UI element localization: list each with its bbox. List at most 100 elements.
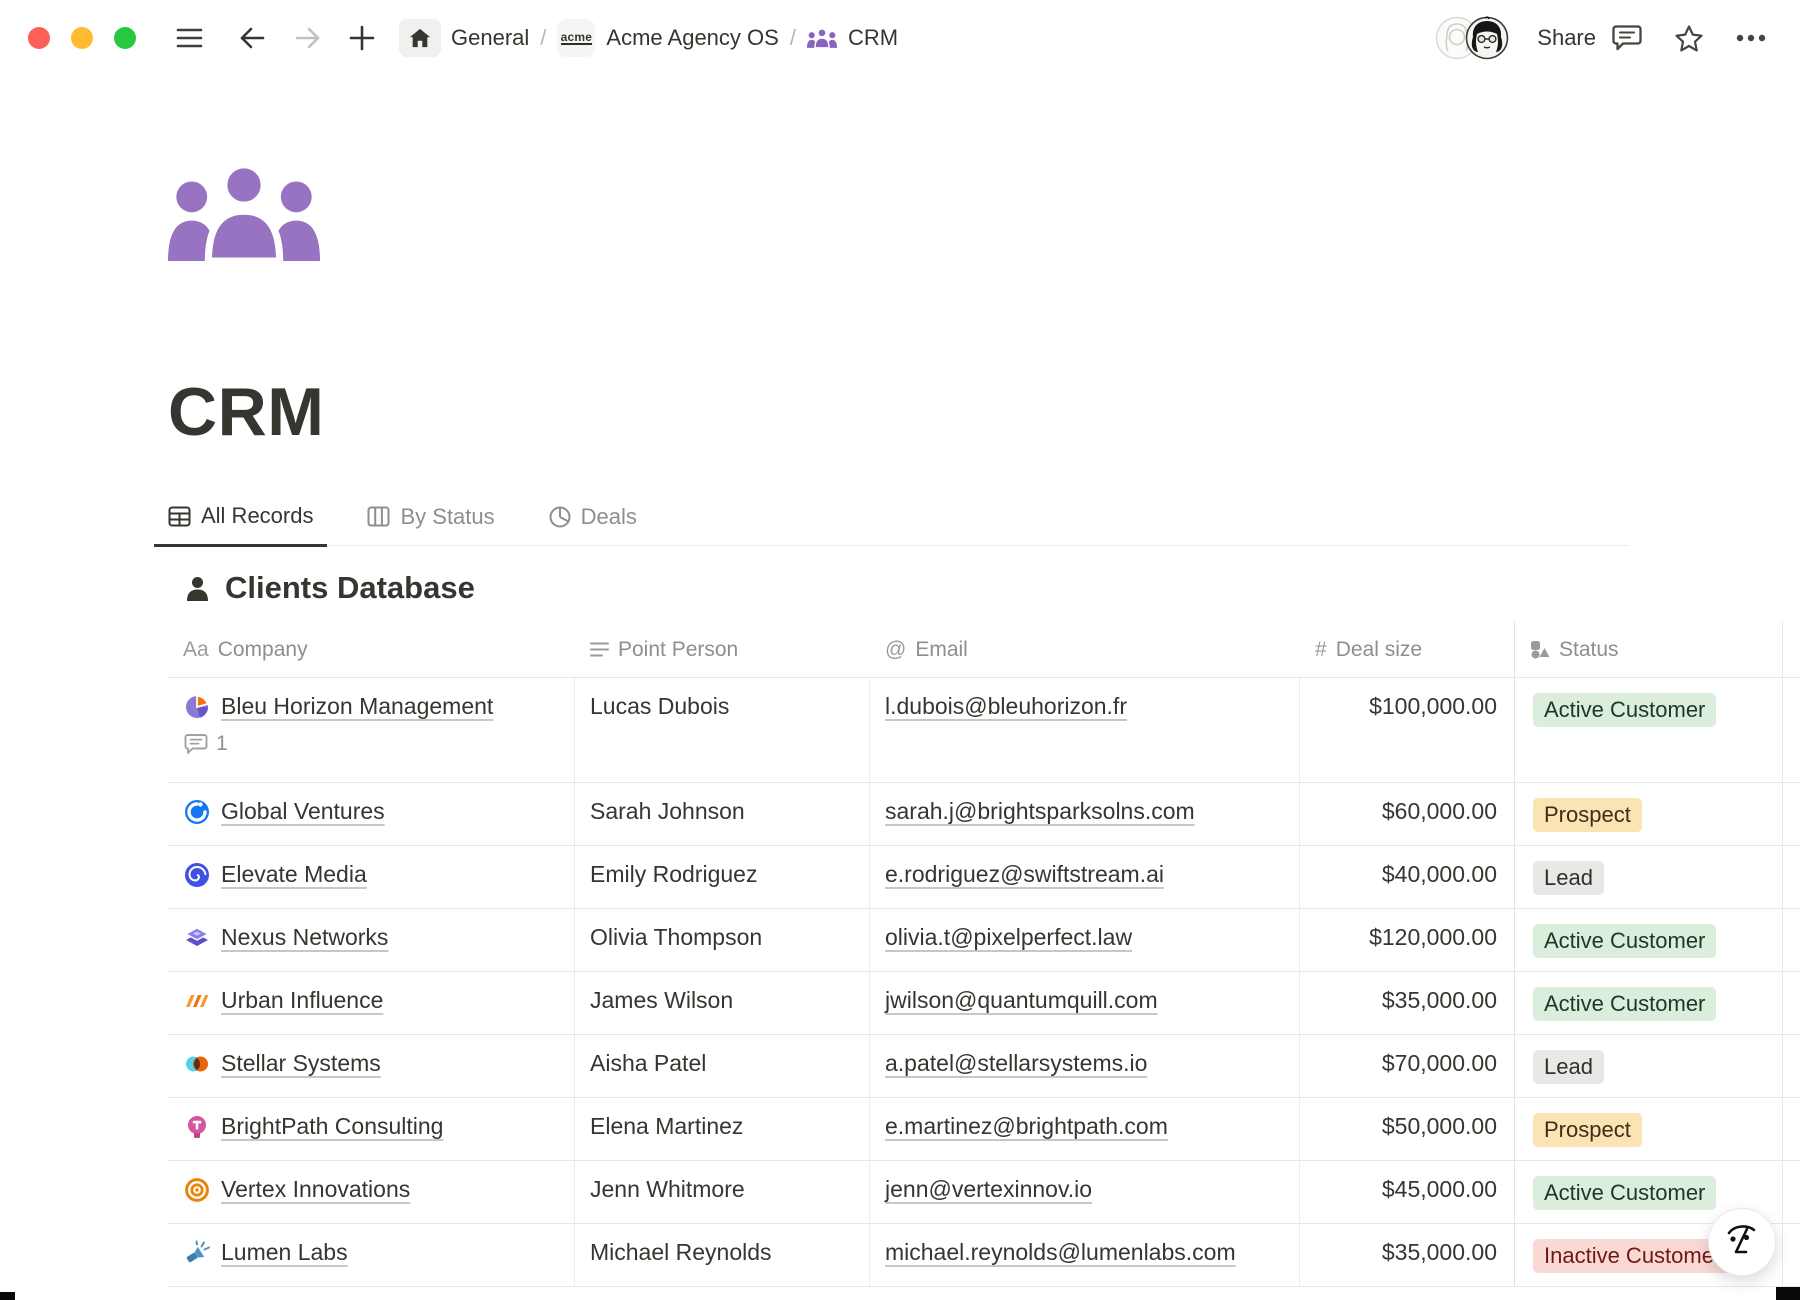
tab-all-records[interactable]: All Records — [154, 497, 327, 547]
breadcrumb-page[interactable]: CRM — [848, 25, 898, 51]
comment-count-badge[interactable]: 1 — [184, 732, 574, 756]
point-person-cell[interactable]: Michael Reynolds — [575, 1224, 870, 1286]
status-badge[interactable]: Inactive Customer — [1533, 1239, 1732, 1273]
more-options-icon[interactable] — [1736, 34, 1766, 42]
email-cell[interactable]: l.dubois@bleuhorizon.fr — [870, 678, 1300, 782]
email-cell[interactable]: a.patel@stellarsystems.io — [870, 1035, 1300, 1097]
table-row[interactable]: Vertex Innovations Jenn Whitmore jenn@vert… — [168, 1161, 1800, 1224]
company-cell[interactable]: Vertex Innovations — [168, 1161, 575, 1223]
company-page-link[interactable]: Nexus Networks — [221, 924, 388, 951]
email-link[interactable]: l.dubois@bleuhorizon.fr — [885, 693, 1127, 719]
workspace-badge-icon[interactable]: acme — [557, 19, 595, 57]
company-cell[interactable]: BrightPath Consulting — [168, 1098, 575, 1160]
company-cell[interactable]: Lumen Labs — [168, 1224, 575, 1286]
company-page-link[interactable]: Lumen Labs — [221, 1239, 348, 1266]
favorite-star-icon[interactable] — [1674, 24, 1704, 53]
tab-deals[interactable]: Deals — [535, 497, 651, 545]
deal-size-cell[interactable]: $35,000.00 — [1300, 1224, 1515, 1286]
company-page-link[interactable]: Stellar Systems — [221, 1050, 381, 1077]
status-badge[interactable]: Active Customer — [1533, 924, 1716, 958]
status-badge[interactable]: Active Customer — [1533, 987, 1716, 1021]
company-page-link[interactable]: Urban Influence — [221, 987, 383, 1014]
email-link[interactable]: jenn@vertexinnov.io — [885, 1176, 1092, 1202]
point-person-cell[interactable]: Jenn Whitmore — [575, 1161, 870, 1223]
zoom-window-button[interactable] — [114, 27, 136, 49]
email-link[interactable]: a.patel@stellarsystems.io — [885, 1050, 1147, 1076]
email-cell[interactable]: sarah.j@brightsparksolns.com — [870, 783, 1300, 845]
sidebar-toggle-icon[interactable] — [176, 27, 203, 49]
column-header-point-person[interactable]: Point Person — [575, 622, 870, 677]
tab-by-status[interactable]: By Status — [353, 497, 508, 545]
column-header-deal-size[interactable]: # Deal size — [1300, 622, 1515, 677]
company-page-link[interactable]: BrightPath Consulting — [221, 1113, 443, 1140]
company-cell[interactable]: Urban Influence — [168, 972, 575, 1034]
status-badge[interactable]: Lead — [1533, 861, 1604, 895]
deal-size-cell[interactable]: $40,000.00 — [1300, 846, 1515, 908]
comments-icon[interactable] — [1612, 24, 1642, 52]
status-cell[interactable]: Active Customer — [1515, 972, 1783, 1034]
deal-size-cell[interactable]: $60,000.00 — [1300, 783, 1515, 845]
email-cell[interactable]: jwilson@quantumquill.com — [870, 972, 1300, 1034]
company-cell[interactable]: Global Ventures — [168, 783, 575, 845]
minimize-window-button[interactable] — [71, 27, 93, 49]
table-row[interactable]: Stellar Systems Aisha Patel a.patel@stella… — [168, 1035, 1800, 1098]
point-person-cell[interactable]: Emily Rodriguez — [575, 846, 870, 908]
table-row[interactable]: Elevate Media Emily Rodriguez e.rodriguez@… — [168, 846, 1800, 909]
breadcrumb-workspace[interactable]: Acme Agency OS — [606, 25, 778, 51]
status-cell[interactable]: Prospect — [1515, 1098, 1783, 1160]
new-page-icon[interactable] — [349, 25, 375, 51]
email-cell[interactable]: e.martinez@brightpath.com — [870, 1098, 1300, 1160]
notion-ai-button[interactable] — [1708, 1208, 1776, 1276]
email-cell[interactable]: jenn@vertexinnov.io — [870, 1161, 1300, 1223]
point-person-cell[interactable]: James Wilson — [575, 972, 870, 1034]
company-cell[interactable]: Nexus Networks — [168, 909, 575, 971]
email-cell[interactable]: michael.reynolds@lumenlabs.com — [870, 1224, 1300, 1286]
column-header-email[interactable]: @ Email — [870, 622, 1300, 677]
forward-icon[interactable] — [295, 26, 321, 50]
status-cell[interactable]: Lead — [1515, 1035, 1783, 1097]
point-person-cell[interactable]: Olivia Thompson — [575, 909, 870, 971]
home-button[interactable] — [399, 19, 441, 57]
email-link[interactable]: e.rodriguez@swiftstream.ai — [885, 861, 1164, 887]
page-title[interactable]: CRM — [168, 373, 1800, 451]
table-row[interactable]: Urban Influence James Wilson jwilson@quant… — [168, 972, 1800, 1035]
company-page-link[interactable]: Elevate Media — [221, 861, 367, 888]
page-icon-people[interactable] — [168, 166, 320, 261]
table-row[interactable]: Nexus Networks Olivia Thompson olivia.t@pi… — [168, 909, 1800, 972]
status-cell[interactable]: Prospect — [1515, 783, 1783, 845]
table-row[interactable]: Global VenturesSarah Johnson sarah.j@brig… — [168, 783, 1800, 846]
deal-size-cell[interactable]: $100,000.00 — [1300, 678, 1515, 782]
email-link[interactable]: olivia.t@pixelperfect.law — [885, 924, 1132, 950]
status-badge[interactable]: Active Customer — [1533, 1176, 1716, 1210]
company-page-link[interactable]: Vertex Innovations — [221, 1176, 410, 1203]
deal-size-cell[interactable]: $45,000.00 — [1300, 1161, 1515, 1223]
deal-size-cell[interactable]: $70,000.00 — [1300, 1035, 1515, 1097]
status-cell[interactable]: Active Customer — [1515, 909, 1783, 971]
point-person-cell[interactable]: Lucas Dubois — [575, 678, 870, 782]
share-button[interactable]: Share — [1537, 25, 1596, 51]
email-link[interactable]: e.martinez@brightpath.com — [885, 1113, 1168, 1139]
email-cell[interactable]: e.rodriguez@swiftstream.ai — [870, 846, 1300, 908]
deal-size-cell[interactable]: $120,000.00 — [1300, 909, 1515, 971]
deal-size-cell[interactable]: $50,000.00 — [1300, 1098, 1515, 1160]
point-person-cell[interactable]: Aisha Patel — [575, 1035, 870, 1097]
status-badge[interactable]: Active Customer — [1533, 693, 1716, 727]
point-person-cell[interactable]: Elena Martinez — [575, 1098, 870, 1160]
table-row[interactable]: Bleu Horizon Management 1Lucas Dubois l.du… — [168, 678, 1800, 783]
point-person-cell[interactable]: Sarah Johnson — [575, 783, 870, 845]
status-cell[interactable]: Lead — [1515, 846, 1783, 908]
email-link[interactable]: jwilson@quantumquill.com — [885, 987, 1158, 1013]
email-link[interactable]: michael.reynolds@lumenlabs.com — [885, 1239, 1236, 1265]
company-cell[interactable]: Elevate Media — [168, 846, 575, 908]
status-badge[interactable]: Prospect — [1533, 798, 1642, 832]
deal-size-cell[interactable]: $35,000.00 — [1300, 972, 1515, 1034]
company-cell[interactable]: Bleu Horizon Management 1 — [168, 678, 575, 782]
company-cell[interactable]: Stellar Systems — [168, 1035, 575, 1097]
back-icon[interactable] — [239, 26, 265, 50]
collaborator-avatars[interactable] — [1435, 16, 1509, 60]
column-header-company[interactable]: Aa Company — [168, 622, 575, 677]
breadcrumb-root[interactable]: General — [451, 25, 529, 51]
email-link[interactable]: sarah.j@brightsparksolns.com — [885, 798, 1195, 824]
company-page-link[interactable]: Bleu Horizon Management — [221, 693, 493, 720]
table-row[interactable]: Lumen Labs Michael Reynolds michael.reynol… — [168, 1224, 1800, 1287]
